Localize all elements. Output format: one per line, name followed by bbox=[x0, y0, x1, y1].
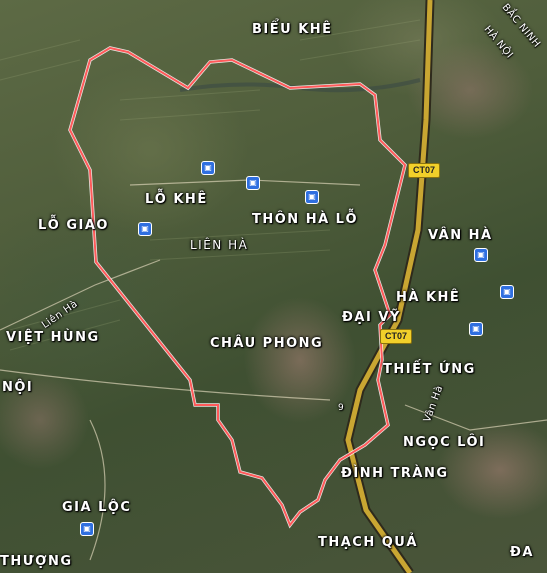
place-dinh-trang: ĐÌNH TRÀNG bbox=[341, 466, 449, 481]
place-lo-khe: LỖ KHÊ bbox=[145, 192, 208, 207]
bus-stop-icon[interactable]: ▣ bbox=[469, 322, 483, 336]
bus-stop-icon[interactable]: ▣ bbox=[305, 190, 319, 204]
route-shield-ct07[interactable]: CT07 bbox=[408, 163, 441, 178]
place-thuong: THƯỢNG bbox=[0, 554, 73, 569]
place-dai-vi: ĐẠI VỸ bbox=[342, 310, 401, 325]
place-da: ĐA bbox=[510, 545, 534, 560]
place-van-ha: VÂN HÀ bbox=[428, 228, 493, 243]
bus-stop-icon[interactable]: ▣ bbox=[246, 176, 260, 190]
place-viet-hung: VIỆT HÙNG bbox=[6, 330, 100, 345]
place-noi: NỘI bbox=[2, 380, 34, 395]
place-thon-ha-lo: THÔN HÀ LỖ bbox=[252, 212, 359, 227]
place-thiet-ung: THIẾT ỨNG bbox=[383, 362, 476, 377]
place-ngoc-loi: NGỌC LÔI bbox=[403, 435, 486, 450]
place-bieu-khe: BIỂU KHÊ bbox=[252, 22, 333, 37]
place-thach-qua: THẠCH QUẢ bbox=[318, 535, 418, 550]
bus-stop-icon[interactable]: ▣ bbox=[474, 248, 488, 262]
place-gia-loc: GIA LỘC bbox=[62, 500, 132, 515]
bus-stop-icon[interactable]: ▣ bbox=[500, 285, 514, 299]
bus-stop-icon[interactable]: ▣ bbox=[80, 522, 94, 536]
place-lien-ha: LIÊN HÀ bbox=[190, 238, 249, 252]
map-overlay bbox=[0, 0, 547, 573]
place-lo-giao: LỖ GIAO bbox=[38, 218, 109, 233]
place-ha-khe: HÀ KHÊ bbox=[396, 290, 461, 305]
bus-stop-icon[interactable]: ▣ bbox=[201, 161, 215, 175]
place-chau-phong: CHÂU PHONG bbox=[210, 336, 324, 351]
bus-stop-icon[interactable]: ▣ bbox=[138, 222, 152, 236]
road-number-label: 9 bbox=[338, 403, 345, 413]
satellite-map[interactable]: BIỂU KHÊ BẮC NINH HÀ NỘI LỖ KHÊ LỖ GIAO … bbox=[0, 0, 547, 573]
route-shield-ct07[interactable]: CT07 bbox=[380, 329, 413, 344]
